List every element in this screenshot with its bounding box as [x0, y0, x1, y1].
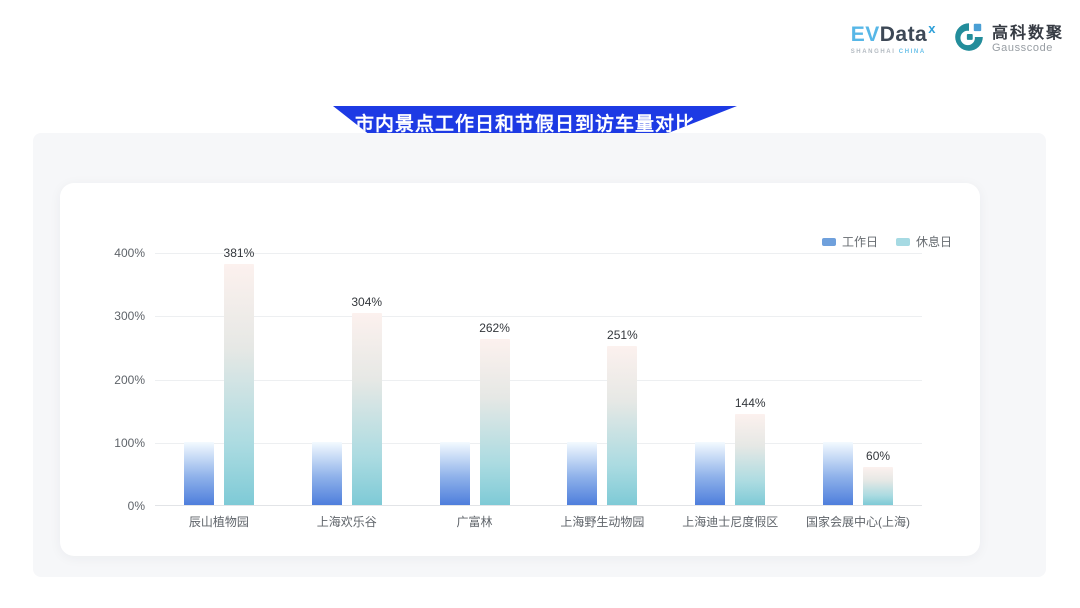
- bar-group: 262%广富林: [411, 253, 539, 505]
- page-title: 市内景点工作日和节假日到访车量对比: [355, 109, 695, 136]
- workday-bar: [312, 442, 342, 505]
- category-label: 上海野生动物园: [560, 513, 644, 530]
- bar-groups: 381%辰山植物园304%上海欢乐谷262%广富林251%上海野生动物园144%…: [155, 253, 922, 505]
- category-label: 上海欢乐谷: [317, 513, 377, 530]
- restday-bar: 262%: [480, 339, 510, 505]
- gausscode-name-cn: 高科数聚: [992, 25, 1064, 42]
- workday-bar: [823, 442, 853, 505]
- category-label: 广富林: [457, 513, 493, 530]
- value-label: 60%: [866, 449, 890, 463]
- value-label: 144%: [735, 396, 766, 410]
- legend-item-restday[interactable]: 休息日: [896, 233, 952, 250]
- workday-bar: [440, 442, 470, 505]
- bar-group: 251%上海野生动物园: [538, 253, 666, 505]
- bar-group: 60%国家会展中心(上海): [794, 253, 922, 505]
- gausscode-icon: [952, 20, 986, 59]
- legend-swatch: [896, 238, 910, 246]
- evdata-x-icon: x: [928, 21, 936, 36]
- category-label: 国家会展中心(上海): [806, 513, 910, 530]
- restday-bar: 144%: [735, 414, 765, 505]
- category-label: 辰山植物园: [189, 513, 249, 530]
- bar-group: 381%辰山植物园: [155, 253, 283, 505]
- value-label: 304%: [351, 295, 382, 309]
- restday-bar: 60%: [863, 467, 893, 505]
- legend-label: 休息日: [916, 233, 952, 250]
- restday-bar: 251%: [607, 346, 637, 505]
- y-tick-label: 100%: [83, 436, 145, 450]
- evdata-subtext-china: CHINA: [899, 49, 926, 55]
- chart-legend: 工作日 休息日: [822, 233, 952, 250]
- y-tick-label: 0%: [83, 499, 145, 513]
- category-label: 上海迪士尼度假区: [682, 513, 778, 530]
- bar-group: 144%上海迪士尼度假区: [666, 253, 794, 505]
- evdata-ev: EV: [851, 23, 880, 46]
- value-label: 381%: [224, 246, 255, 260]
- y-tick-label: 400%: [83, 246, 145, 260]
- workday-bar: [184, 442, 214, 505]
- evdata-data: Data: [880, 23, 928, 46]
- legend-label: 工作日: [842, 233, 878, 250]
- workday-bar: [695, 442, 725, 505]
- workday-bar: [567, 442, 597, 505]
- legend-item-workday[interactable]: 工作日: [822, 233, 878, 250]
- gausscode-name-en: Gausscode: [992, 42, 1064, 54]
- page: EVDatax SHANGHAI CHINA 高科数聚 Gausscode 市内…: [0, 0, 1080, 608]
- bar-group: 304%上海欢乐谷: [283, 253, 411, 505]
- gausscode-text: 高科数聚 Gausscode: [992, 25, 1064, 54]
- gausscode-logo: 高科数聚 Gausscode: [952, 20, 1064, 59]
- evdata-logo: EVDatax SHANGHAI CHINA: [851, 24, 936, 55]
- value-label: 251%: [607, 328, 638, 342]
- evdata-wordmark: EVDatax: [851, 24, 936, 48]
- y-tick-label: 300%: [83, 309, 145, 323]
- y-tick-label: 200%: [83, 373, 145, 387]
- header-logos: EVDatax SHANGHAI CHINA 高科数聚 Gausscode: [851, 20, 1064, 59]
- plot-area: 400%300%200%100%0%381%辰山植物园304%上海欢乐谷262%…: [155, 253, 922, 506]
- legend-swatch: [822, 238, 836, 246]
- restday-bar: 381%: [224, 264, 254, 505]
- evdata-subtext-shanghai: SHANGHAI: [851, 49, 896, 55]
- restday-bar: 304%: [352, 313, 382, 505]
- value-label: 262%: [479, 321, 510, 335]
- evdata-subtext: SHANGHAI CHINA: [851, 49, 926, 55]
